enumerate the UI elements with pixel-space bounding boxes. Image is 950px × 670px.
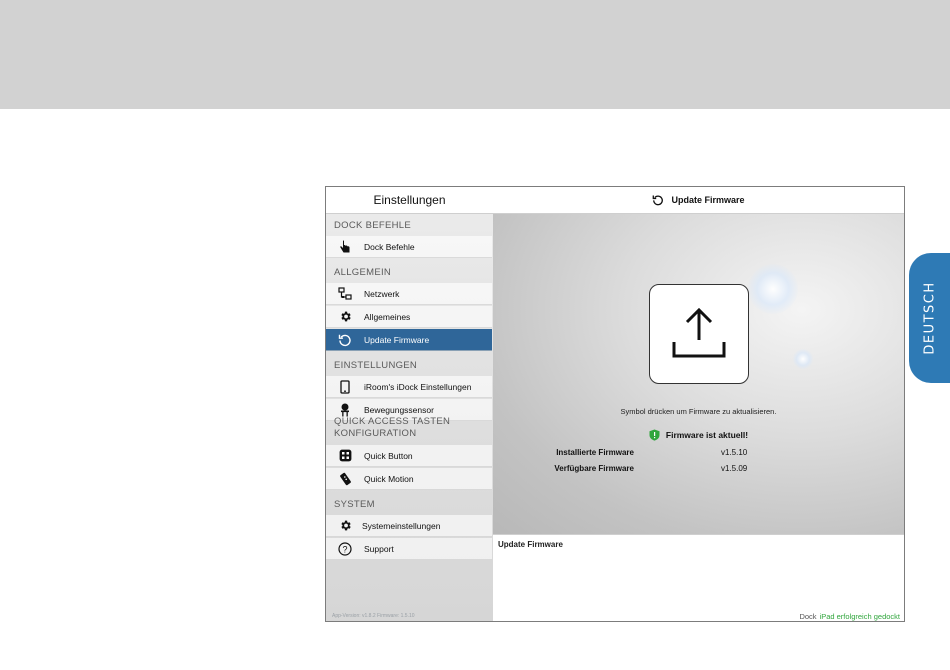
gear-icon [338, 310, 352, 324]
language-tab[interactable]: DEUTSCH [909, 253, 950, 383]
shield-check-icon [649, 429, 660, 441]
section-title-einstellungen: EINSTELLUNGEN [334, 360, 418, 371]
network-icon [338, 286, 352, 301]
sidebar-item-label: Netzwerk [364, 288, 400, 299]
top-banner [0, 0, 950, 109]
remote-icon [338, 472, 352, 486]
available-firmware-value: v1.5.09 [721, 464, 748, 473]
svg-text:?: ? [342, 544, 347, 554]
motion-sensor-icon [338, 403, 352, 417]
firmware-panel: Symbol drücken um Firmware zu aktualisie… [493, 214, 904, 534]
section-title-system: SYSTEM [334, 499, 375, 510]
section-title-allgemein: ALLGEMEIN [334, 267, 392, 278]
background-light-decoration [793, 349, 813, 369]
sidebar-item-allgemeines[interactable]: Allgemeines [326, 306, 492, 328]
refresh-icon [652, 194, 664, 206]
ipad-screen: Einstellungen DOCK BEFEHLE Dock Befehle … [325, 186, 905, 622]
sidebar-item-label: Support [364, 543, 394, 554]
installed-firmware-value: v1.5.10 [721, 448, 748, 457]
dock-label: Dock [799, 612, 817, 621]
language-tab-label: DEUTSCH [922, 281, 937, 355]
sidebar-item-label: Quick Motion [364, 473, 414, 484]
sidebar-item-label: Allgemeines [364, 311, 411, 322]
question-circle-icon: ? [338, 541, 352, 556]
firmware-status-text: Firmware ist aktuell! [665, 430, 749, 440]
main-header: Update Firmware [493, 187, 904, 214]
sidebar-item-label: Dock Befehle [364, 241, 415, 252]
tablet-icon [338, 379, 352, 394]
app-version: App-Version: v1.8.2 Firmware: 1.5.10 [332, 613, 415, 619]
dock-status: iPad erfolgreich gedockt [819, 612, 900, 621]
sidebar-item-label: iRoom's iDock Einstellungen [364, 381, 472, 392]
sidebar-item-update-firmware[interactable]: Update Firmware [326, 329, 492, 351]
firmware-status: Firmware ist aktuell! [493, 429, 904, 441]
page-title: Update Firmware [671, 195, 745, 205]
sidebar: Einstellungen DOCK BEFEHLE Dock Befehle … [326, 187, 494, 621]
hand-pointer-icon [338, 239, 352, 254]
upload-icon [667, 306, 731, 363]
sidebar-item-quick-button[interactable]: Quick Button [326, 445, 492, 467]
sidebar-item-label: Bewegungssensor [364, 404, 434, 415]
detail-title: Update Firmware [498, 540, 563, 549]
sidebar-item-quick-motion[interactable]: Quick Motion [326, 468, 492, 490]
sidebar-item-label: Quick Button [364, 450, 413, 461]
section-title-dock-befehle: DOCK BEFEHLE [334, 220, 411, 231]
update-instruction: Symbol drücken um Firmware zu aktualisie… [620, 407, 777, 416]
sidebar-item-label: Systemeinstellungen [362, 520, 441, 531]
gear-icon [338, 519, 352, 533]
sidebar-item-idock-einstellungen[interactable]: iRoom's iDock Einstellungen [326, 376, 492, 398]
sidebar-item-systemeinstellungen[interactable]: Systemeinstellungen [326, 515, 492, 537]
sidebar-item-netzwerk[interactable]: Netzwerk [326, 283, 492, 305]
keypad-icon [338, 449, 352, 463]
upload-firmware-button[interactable] [649, 284, 749, 384]
detail-panel: Update Firmware [493, 534, 904, 613]
sidebar-title: Einstellungen [326, 187, 493, 214]
section-title-quick-access: QUICK ACCESS TASTEN KONFIGURATION [334, 416, 451, 439]
sidebar-item-label: Update Firmware [364, 334, 430, 345]
available-firmware-label: Verfügbare Firmware [554, 464, 634, 473]
sidebar-item-support[interactable]: ? Support [326, 538, 492, 560]
sidebar-item-dock-befehle[interactable]: Dock Befehle [326, 236, 492, 258]
refresh-icon [338, 333, 352, 347]
installed-firmware-label: Installierte Firmware [556, 448, 634, 457]
status-bar: Dock iPad erfolgreich gedockt [493, 612, 904, 621]
background-light-decoration [748, 264, 798, 314]
